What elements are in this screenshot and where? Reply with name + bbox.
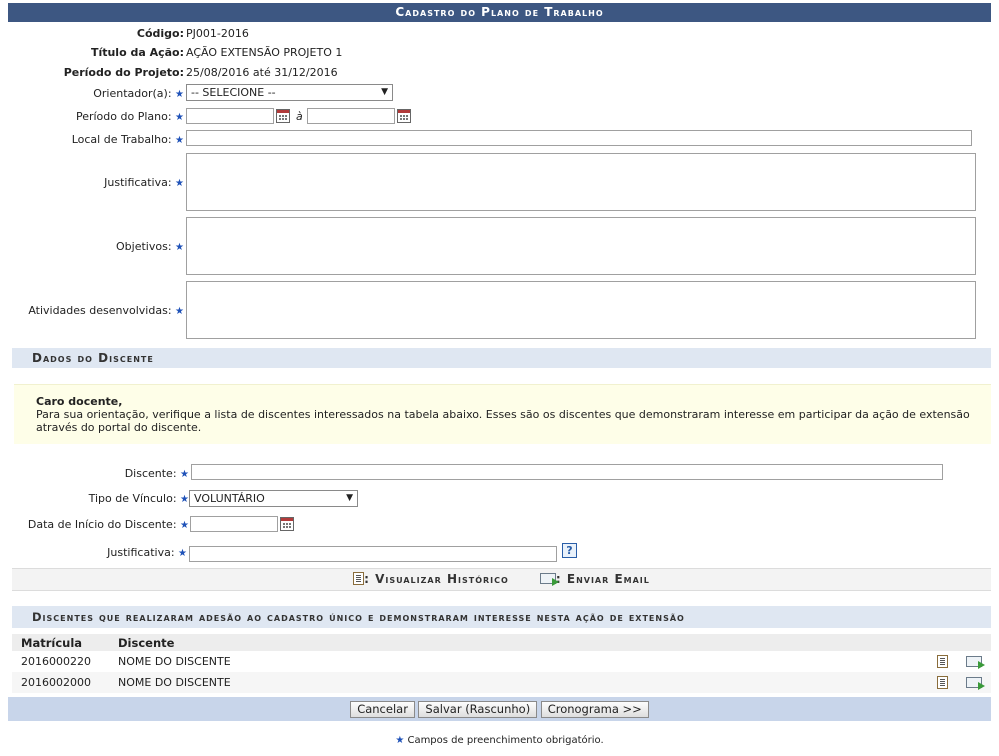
- email-icon[interactable]: [965, 655, 985, 669]
- atividades-textarea[interactable]: [186, 281, 976, 339]
- required-icon: ★: [180, 469, 189, 480]
- required-fields-note: ★ Campos de preenchimento obrigatório.: [395, 735, 604, 746]
- table-row: 2016002000 NOME DO DISCENTE: [12, 672, 991, 693]
- history-icon[interactable]: [937, 654, 948, 668]
- required-icon: ★: [180, 520, 189, 531]
- help-icon[interactable]: ?: [562, 543, 577, 558]
- column-header-actions: [922, 634, 991, 651]
- data-inicio-input[interactable]: [190, 516, 278, 532]
- tipo-vinculo-select[interactable]: VOLUNTÁRIO ▼: [189, 490, 358, 507]
- cancelar-button[interactable]: Cancelar: [350, 701, 415, 718]
- periodo-plano-inicio-input[interactable]: [186, 108, 274, 124]
- salvar-rascunho-button[interactable]: Salvar (Rascunho): [418, 701, 538, 718]
- dropdown-arrow-icon: ▼: [346, 493, 353, 503]
- objetivos-label: Objetivos: ★: [116, 240, 184, 253]
- required-icon: ★: [175, 135, 184, 146]
- form-title: Cadastro do Plano de Trabalho: [8, 3, 991, 22]
- atividades-label: Atividades desenvolvidas: ★: [28, 304, 184, 317]
- row-matricula: 2016002000: [12, 672, 109, 693]
- local-trabalho-input[interactable]: [186, 130, 972, 146]
- row-matricula: 2016000220: [21, 655, 91, 668]
- calendar-icon[interactable]: [397, 109, 411, 123]
- tipo-vinculo-label: Tipo de Vínculo: ★: [88, 492, 189, 505]
- row-actions: [922, 651, 991, 672]
- plano-trabalho-form: Cadastro do Plano de Trabalho Código: PJ…: [8, 3, 991, 721]
- justificativa-textarea[interactable]: [186, 153, 976, 211]
- history-icon[interactable]: [937, 675, 948, 689]
- row-actions: [922, 672, 991, 693]
- visualizar-historico-link[interactable]: : Visualizar Histórico: [353, 572, 509, 586]
- titulo-value: AÇÃO EXTENSÃO PROJETO 1: [186, 46, 343, 59]
- codigo-value: PJ001-2016: [186, 27, 249, 40]
- discentes-interessados-header: Discentes que realizaram adesão ao cadas…: [12, 606, 991, 628]
- table-row: 2016000220 NOME DO DISCENTE: [12, 651, 991, 672]
- required-icon: ★: [175, 178, 184, 189]
- required-icon: ★: [175, 242, 184, 253]
- periodo-separator: à: [296, 110, 303, 123]
- required-icon: ★: [175, 112, 184, 123]
- notice-text: Para sua orientação, verifique a lista d…: [36, 408, 970, 434]
- justificativa-discente-input[interactable]: [189, 546, 557, 562]
- local-trabalho-label: Local de Trabalho: ★: [71, 133, 184, 146]
- notice-title: Caro docente,: [36, 395, 123, 408]
- periodo-plano-label: Período do Plano: ★: [75, 110, 184, 123]
- data-inicio-label: Data de Início do Discente: ★: [27, 518, 189, 531]
- discente-input[interactable]: [191, 464, 943, 480]
- calendar-icon[interactable]: [280, 517, 294, 531]
- column-header-matricula: Matrícula: [12, 634, 109, 651]
- actions-links-bar: : Visualizar Histórico : Enviar Email: [12, 568, 991, 591]
- notice-box: Caro docente, Para sua orientação, verif…: [14, 384, 991, 444]
- calendar-icon[interactable]: [276, 109, 290, 123]
- table-header-row: Matrícula Discente: [12, 634, 991, 651]
- row-discente: NOME DO DISCENTE: [118, 655, 231, 668]
- discentes-table: Matrícula Discente 2016000220 NOME DO DI…: [12, 634, 991, 693]
- orientador-label: Orientador(a): ★: [93, 87, 184, 100]
- dropdown-arrow-icon: ▼: [381, 87, 388, 97]
- discente-label: Discente: ★: [124, 467, 189, 480]
- required-icon: ★: [175, 89, 184, 100]
- dados-discente-header: Dados do Discente: [12, 348, 991, 368]
- periodo-plano-fim-input[interactable]: [307, 108, 395, 124]
- required-icon: ★: [178, 548, 187, 559]
- titulo-label: Título da Ação:: [90, 46, 184, 59]
- enviar-email-link[interactable]: : Enviar Email: [539, 572, 650, 586]
- form-buttons-bar: Cancelar Salvar (Rascunho) Cronograma >>: [8, 697, 991, 721]
- justificativa-label: Justificativa: ★: [104, 176, 184, 189]
- justificativa-discente-label: Justificativa: ★: [107, 546, 187, 559]
- email-icon[interactable]: [965, 676, 985, 690]
- periodo-projeto-value: 25/08/2016 até 31/12/2016: [186, 66, 338, 79]
- orientador-select[interactable]: -- SELECIONE -- ▼: [186, 84, 393, 101]
- periodo-projeto-label: Período do Projeto:: [63, 66, 184, 79]
- codigo-label: Código:: [136, 27, 184, 40]
- history-icon: [353, 572, 365, 585]
- cronograma-button[interactable]: Cronograma >>: [540, 701, 649, 718]
- required-icon: ★: [180, 494, 189, 505]
- column-header-discente: Discente: [109, 634, 922, 651]
- row-discente: NOME DO DISCENTE: [109, 672, 922, 693]
- required-icon: ★: [175, 306, 184, 317]
- email-icon: [539, 573, 559, 586]
- required-icon: ★: [395, 735, 405, 746]
- objetivos-textarea[interactable]: [186, 217, 976, 275]
